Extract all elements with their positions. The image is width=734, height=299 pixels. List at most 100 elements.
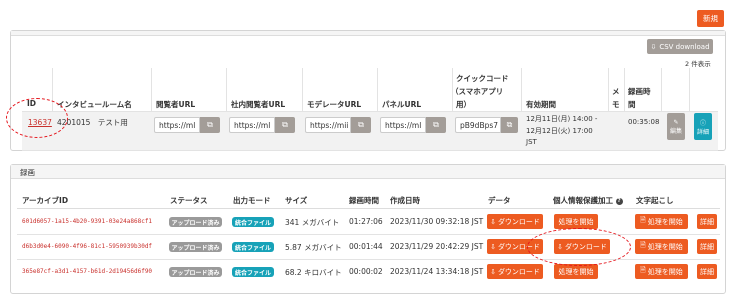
header-quick-code-line3: 用） xyxy=(456,100,471,109)
copy-icon: ⧉ xyxy=(506,120,513,129)
divider xyxy=(17,208,720,209)
header-transcription: 文字起こし xyxy=(636,196,674,205)
download-icon: ⇩ xyxy=(490,267,496,276)
header-data: データ xyxy=(488,196,511,205)
annotation-circle-privacy-download xyxy=(527,228,631,266)
recordings-title: 録画 xyxy=(20,168,35,177)
download-icon: ⇩ xyxy=(490,242,496,251)
header-rec-time: 録画時 xyxy=(628,87,651,96)
header-size: サイズ xyxy=(285,196,308,205)
copy-icon: ⧉ xyxy=(207,120,213,129)
header-validity: 有効期間 xyxy=(526,100,556,109)
edit-button[interactable]: ✎ 編集 xyxy=(667,113,685,140)
archive-id-link[interactable]: 601d6057-1a15-4b20-9391-03e24a868cf1 xyxy=(22,218,152,225)
transcribe-start-button[interactable]: 🗎 処理を開始 xyxy=(635,264,688,279)
status-badge: アップロード済み xyxy=(169,217,222,227)
created-at: 2023/11/30 09:32:18 JST xyxy=(390,217,484,226)
edit-icon: ✎ xyxy=(673,118,679,126)
file-icon: 🗎 xyxy=(640,241,646,249)
transcribe-label: 処理を開始 xyxy=(647,242,683,251)
panel-header-strip xyxy=(11,31,725,36)
transcribe-label: 処理を開始 xyxy=(647,217,683,226)
archive-id-link[interactable]: d6b3d0e4-6090-4f96-81c1-5950939b30df xyxy=(22,243,152,250)
header-moderator-url: モデレータURL xyxy=(307,100,362,109)
header-room-name: インタビュールーム名 xyxy=(57,100,132,109)
download-button[interactable]: ⇩ ダウンロード xyxy=(487,214,543,229)
file-size: 5.87 メガバイト xyxy=(285,243,342,252)
header-privacy: 個人情報保護加工 ? xyxy=(553,195,623,206)
status-badge: アップロード済み xyxy=(169,267,222,277)
copy-icon: ⧉ xyxy=(282,120,288,129)
moderator-url-field[interactable]: https://mii xyxy=(305,117,351,133)
transcribe-start-button[interactable]: 🗎 処理を開始 xyxy=(635,239,688,254)
copy-internal-viewer-url-button[interactable]: ⧉ xyxy=(275,117,295,133)
detail-button[interactable]: ⓘ 詳細 xyxy=(694,113,712,140)
header-rec-time-line2: 間 xyxy=(628,100,636,109)
download-icon: ⇩ xyxy=(490,217,496,226)
validity-tz: JST xyxy=(526,138,537,146)
csv-download-button[interactable]: ⇩ CSV download xyxy=(647,39,713,54)
header-internal-viewer-url: 社内閲覧者URL xyxy=(231,100,286,109)
recording-detail-button[interactable]: 詳細 xyxy=(697,264,717,279)
copy-icon: ⧉ xyxy=(433,120,439,129)
divider xyxy=(22,150,718,151)
info-icon: ⓘ xyxy=(699,119,706,127)
header-viewer-url: 閲覧者URL xyxy=(156,100,196,109)
quick-code-field[interactable]: pB9dBps7 xyxy=(455,117,501,133)
rec-duration: 01:27:06 xyxy=(349,217,383,226)
help-icon[interactable]: ? xyxy=(615,197,623,205)
room-rec-time: 00:35:08 xyxy=(628,118,660,126)
header-quick-code: クイックコード xyxy=(456,74,509,83)
privacy-start-button[interactable]: 処理を開始 xyxy=(554,214,598,229)
header-privacy-label: 個人情報保護加工 xyxy=(553,196,613,205)
panel-url-field[interactable]: https://ml xyxy=(380,117,426,133)
copy-panel-url-button[interactable]: ⧉ xyxy=(426,117,446,133)
transcribe-label: 処理を開始 xyxy=(647,267,683,276)
output-mode-badge: 統合ファイル xyxy=(232,242,274,252)
download-icon: ⇩ xyxy=(650,42,657,51)
validity-end: 12月12日(火) 17:00 xyxy=(526,127,593,135)
result-count: 2 件表示 xyxy=(685,60,711,68)
rec-duration: 00:00:02 xyxy=(349,267,383,276)
internal-viewer-url-field[interactable]: https://ml xyxy=(229,117,275,133)
created-at: 2023/11/24 13:34:18 JST xyxy=(390,267,484,276)
output-mode-badge: 統合ファイル xyxy=(232,267,274,277)
header-quick-code-line2: （スマホアプリ xyxy=(451,87,504,96)
header-panel-url: パネルURL xyxy=(382,100,422,109)
recording-detail-button[interactable]: 詳細 xyxy=(697,239,717,254)
header-status: ステータス xyxy=(170,196,208,205)
annotation-circle-id xyxy=(6,98,68,138)
output-mode-badge: 統合ファイル xyxy=(232,217,274,227)
copy-icon: ⧉ xyxy=(358,120,364,129)
copy-viewer-url-button[interactable]: ⧉ xyxy=(200,117,220,133)
csv-download-label: CSV download xyxy=(659,42,710,51)
rec-duration: 00:01:44 xyxy=(349,242,383,251)
new-button[interactable]: 新規 xyxy=(697,10,724,27)
file-icon: 🗎 xyxy=(640,266,646,274)
header-memo-line2: モ xyxy=(612,100,620,109)
copy-quick-code-button[interactable]: ⧉ xyxy=(501,117,518,133)
download-label: ダウンロード xyxy=(497,217,540,226)
archive-id-link[interactable]: 365e87cf-a3d1-4157-b61d-2d19456d6f90 xyxy=(22,268,152,275)
privacy-start-button[interactable]: 処理を開始 xyxy=(554,264,598,279)
viewer-url-field[interactable]: https://ml xyxy=(154,117,200,133)
header-rec-time: 録画時間 xyxy=(349,196,379,205)
transcribe-start-button[interactable]: 🗎 処理を開始 xyxy=(635,214,688,229)
recordings-header xyxy=(11,165,725,179)
page: { "top": { "new_button": "新規", "csv_butt… xyxy=(0,0,734,299)
copy-moderator-url-button[interactable]: ⧉ xyxy=(351,117,371,133)
edit-label: 編集 xyxy=(669,127,682,135)
file-size: 68.2 キロバイト xyxy=(285,268,342,277)
header-memo: メ xyxy=(612,87,620,96)
created-at: 2023/11/29 20:42:29 JST xyxy=(390,242,484,251)
header-output-mode: 出力モード xyxy=(233,196,271,205)
detail-label: 詳細 xyxy=(696,128,709,136)
file-size: 341 メガバイト xyxy=(285,218,340,227)
recording-detail-button[interactable]: 詳細 xyxy=(697,214,717,229)
validity-start: 12月11日(月) 14:00 - xyxy=(526,115,598,123)
download-label: ダウンロード xyxy=(497,267,540,276)
header-created-at: 作成日時 xyxy=(390,196,420,205)
download-button[interactable]: ⇩ ダウンロード xyxy=(487,264,543,279)
header-archive-id: アーカイブID xyxy=(22,196,69,205)
status-badge: アップロード済み xyxy=(169,242,222,252)
